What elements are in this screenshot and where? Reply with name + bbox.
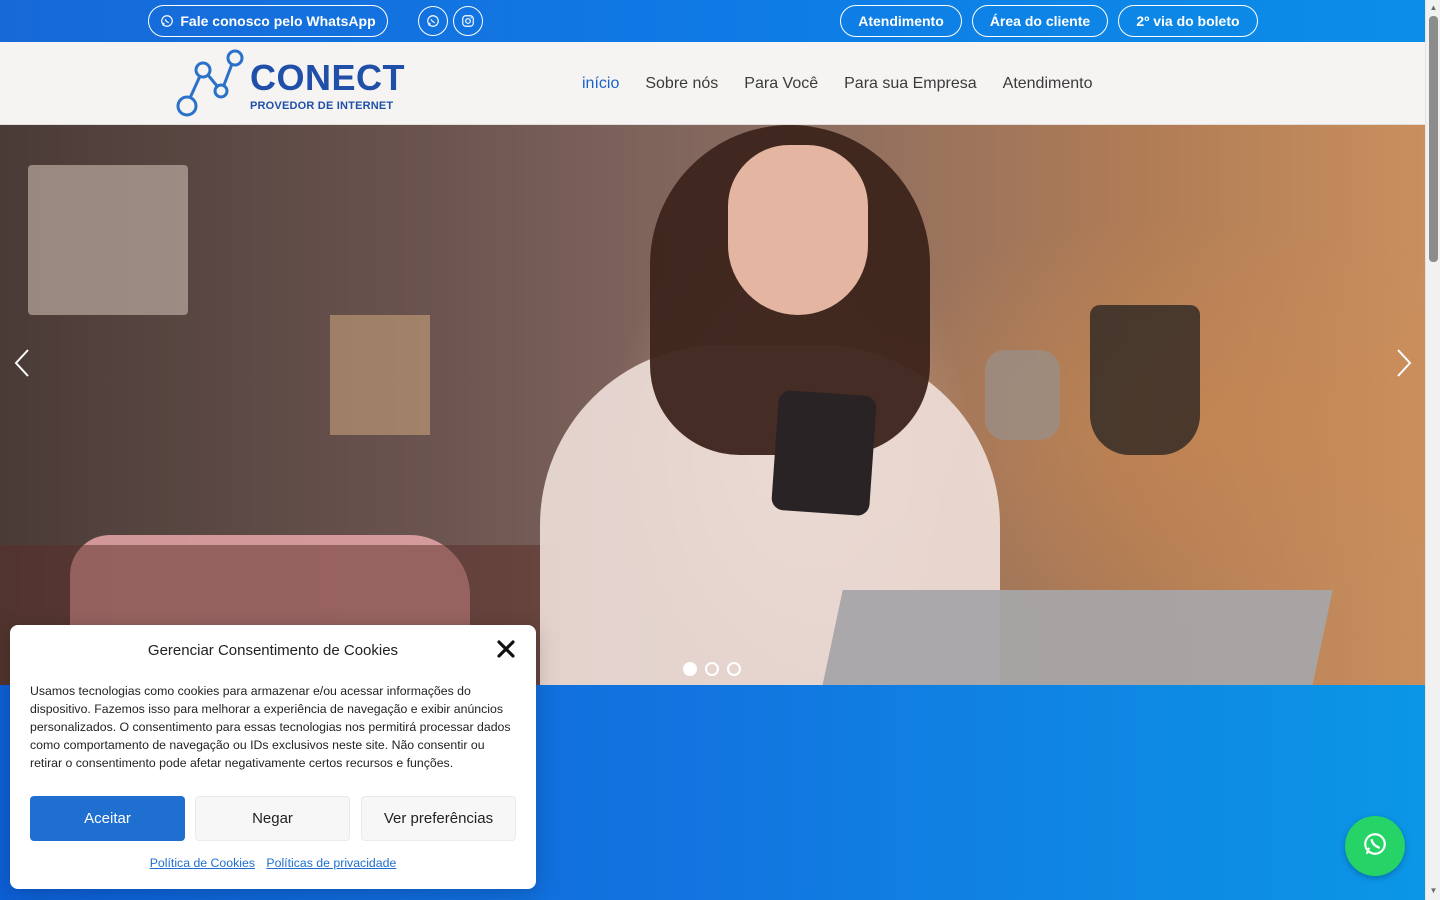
whatsapp-contact-button[interactable]: Fale conosco pelo WhatsApp	[148, 5, 388, 37]
nav-item-sobre-nos[interactable]: Sobre nós	[645, 75, 718, 93]
whatsapp-icon	[160, 14, 174, 28]
hero-slider	[0, 125, 1425, 685]
cookie-title: Gerenciar Consentimento de Cookies	[147, 642, 399, 659]
hero-pot	[1090, 305, 1200, 455]
segunda-via-boleto-button[interactable]: 2º via do boleto	[1118, 5, 1258, 37]
page-scrollbar[interactable]: ▲ ▼	[1425, 0, 1440, 900]
chevron-left-icon	[13, 348, 31, 383]
logo-wordmark: CONECT	[250, 57, 405, 98]
cookie-policy-link[interactable]: Política de Cookies	[150, 856, 255, 870]
cookie-close-button[interactable]	[497, 640, 517, 660]
nav-item-inicio[interactable]: início	[582, 75, 619, 93]
slider-next-arrow[interactable]	[1384, 345, 1424, 385]
whatsapp-icon	[426, 14, 440, 28]
nav-menu: início Sobre nós Para Você Para sua Empr…	[582, 42, 1092, 125]
atendimento-button[interactable]: Atendimento	[840, 5, 962, 37]
nav-item-atendimento[interactable]: Atendimento	[1003, 75, 1093, 93]
privacy-policy-link[interactable]: Políticas de privacidade	[266, 856, 396, 870]
slider-prev-arrow[interactable]	[2, 345, 42, 385]
hero-phone	[770, 389, 878, 517]
cookie-links: Política de Cookies Políticas de privaci…	[10, 856, 536, 870]
cookie-description: Usamos tecnologias como cookies para arm…	[30, 684, 511, 770]
area-cliente-button[interactable]: Área do cliente	[972, 5, 1108, 37]
scrollbar-thumb[interactable]	[1429, 16, 1438, 262]
slider-dot-1[interactable]	[683, 662, 697, 676]
logo-subtitle: PROVEDOR DE INTERNET	[250, 100, 394, 112]
nav-item-para-empresa[interactable]: Para sua Empresa	[844, 75, 977, 93]
whatsapp-contact-label: Fale conosco pelo WhatsApp	[180, 13, 376, 29]
area-cliente-button-label: Área do cliente	[989, 13, 1091, 29]
accept-cookies-button[interactable]: Aceitar	[30, 796, 185, 841]
whatsapp-float-button[interactable]	[1345, 816, 1405, 876]
network-logo-icon	[176, 49, 244, 117]
cookie-preferences-button[interactable]: Ver preferências	[361, 796, 516, 841]
conect-logo[interactable]: CONECT PROVEDOR DE INTERNET	[172, 48, 405, 120]
hero-laptop	[817, 590, 1333, 685]
close-icon	[497, 640, 515, 662]
segunda-via-boleto-button-label: 2º via do boleto	[1136, 13, 1240, 29]
chevron-right-icon	[1395, 348, 1413, 383]
instagram-icon	[461, 14, 475, 28]
slider-dot-3[interactable]	[727, 662, 741, 676]
whatsapp-icon	[1362, 831, 1388, 862]
hero-books	[330, 315, 430, 435]
hero-kettle	[985, 350, 1060, 440]
hero-wall-frame	[28, 165, 188, 315]
scroll-down-arrow-icon[interactable]: ▼	[1429, 886, 1438, 895]
slider-dot-2[interactable]	[705, 662, 719, 676]
slider-dots	[683, 662, 741, 676]
top-bar: Fale conosco pelo WhatsApp Atendimento Á…	[0, 0, 1425, 42]
atendimento-button-label: Atendimento	[858, 13, 944, 29]
nav-item-para-voce[interactable]: Para Você	[744, 75, 818, 93]
whatsapp-social-button[interactable]	[418, 6, 448, 36]
deny-cookies-button[interactable]: Negar	[195, 796, 350, 841]
scroll-up-arrow-icon[interactable]: ▲	[1429, 3, 1438, 12]
main-navbar: CONECT PROVEDOR DE INTERNET início Sobre…	[0, 42, 1425, 125]
hero-person-face	[728, 145, 868, 315]
instagram-social-button[interactable]	[453, 6, 483, 36]
cookie-consent-modal: Gerenciar Consentimento de Cookies Usamo…	[10, 625, 536, 889]
